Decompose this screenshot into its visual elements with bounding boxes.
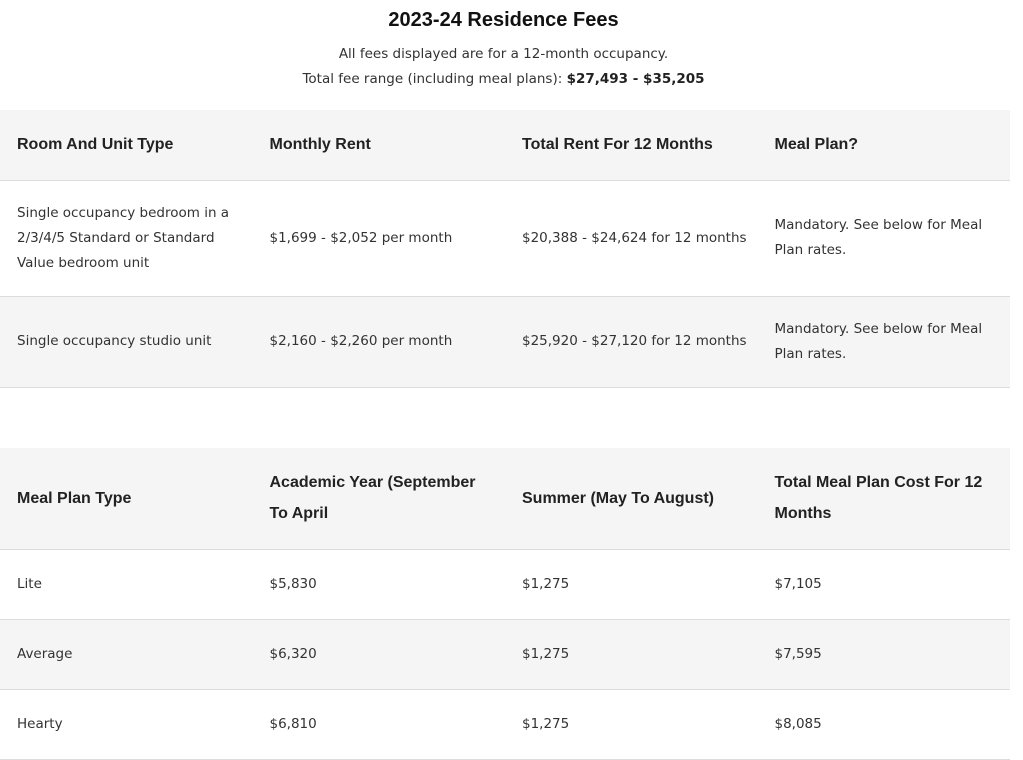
table-row: Hearty $6,810 $1,275 $8,085 [0,688,1010,760]
meal-table-header: Meal Plan Type Academic Year (September … [0,448,1010,549]
meal-plan-table: Meal Plan Type Academic Year (September … [0,448,1010,760]
room-type-cell: Single occupancy studio unit [0,295,253,388]
column-header-total-rent: Total Rent For 12 Months [505,110,758,180]
meal-plan-type-cell: Lite [0,548,253,619]
table-row: Lite $5,830 $1,275 $7,105 [0,548,1010,619]
occupancy-note: All fees displayed are for a 12-month oc… [338,46,669,62]
table-row: Average $6,320 $1,275 $7,595 [0,618,1010,689]
academic-year-cell: $6,810 [252,688,505,760]
total-rent-cell: $20,388 - $24,624 for 12 months [505,179,758,296]
meal-plan-cell: Mandatory. See below for Meal Plan rates… [757,179,1010,296]
summer-cell: $1,275 [505,688,758,760]
rent-table: Room And Unit Type Monthly Rent Total Re… [0,110,1010,388]
page-heading: 2023-24 Residence Fees All fees displaye… [0,6,1007,92]
column-header-room-type: Room And Unit Type [0,110,253,180]
academic-year-cell: $6,320 [252,618,505,689]
table-row: Single occupancy studio unit $2,160 - $2… [0,295,1010,388]
monthly-rent-cell: $2,160 - $2,260 per month [252,295,505,388]
total-meal-cost-cell: $7,595 [757,618,1010,689]
column-header-meal-plan-type: Meal Plan Type [0,448,253,549]
column-header-meal-plan: Meal Plan? [757,110,1010,180]
page-title: 2023-24 Residence Fees [388,9,619,31]
summer-cell: $1,275 [505,548,758,619]
rent-table-header: Room And Unit Type Monthly Rent Total Re… [0,110,1010,180]
summer-cell: $1,275 [505,618,758,689]
table-row: Single occupancy bedroom in a 2/3/4/5 St… [0,179,1010,296]
page-subtitle: All fees displayed are for a 12-month oc… [0,42,1007,92]
meal-plan-type-cell: Average [0,618,253,689]
column-header-total-meal-cost: Total Meal Plan Cost For 12 Months [757,448,1010,549]
fee-range-note: Total fee range (including meal plans): … [0,67,1007,92]
fee-range-label: Total fee range (including meal plans): [302,71,567,87]
meal-plan-cell: Mandatory. See below for Meal Plan rates… [757,295,1010,388]
room-type-cell: Single occupancy bedroom in a 2/3/4/5 St… [0,179,253,296]
column-header-monthly-rent: Monthly Rent [252,110,505,180]
fee-range-value: $27,493 - $35,205 [566,71,705,87]
monthly-rent-cell: $1,699 - $2,052 per month [252,179,505,296]
total-rent-cell: $25,920 - $27,120 for 12 months [505,295,758,388]
column-header-academic-year: Academic Year (September To April [252,448,505,549]
academic-year-cell: $5,830 [252,548,505,619]
total-meal-cost-cell: $7,105 [757,548,1010,619]
column-header-summer: Summer (May To August) [505,448,758,549]
meal-plan-type-cell: Hearty [0,688,253,760]
total-meal-cost-cell: $8,085 [757,688,1010,760]
